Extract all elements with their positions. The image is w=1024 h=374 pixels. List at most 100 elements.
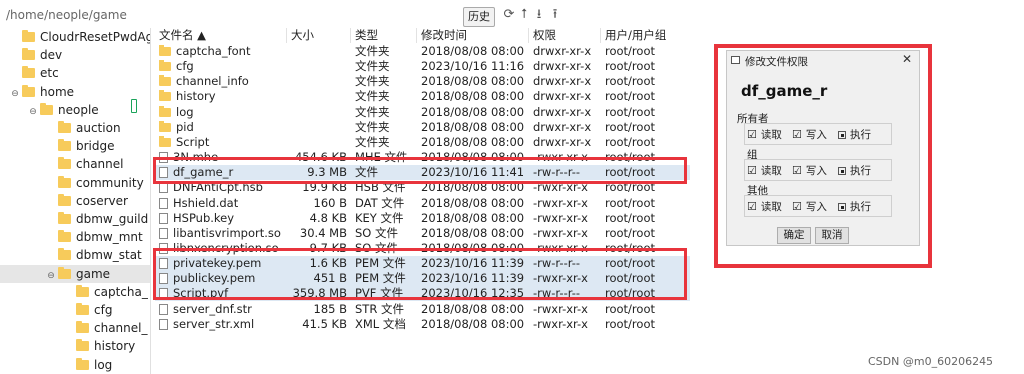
tree-item-coserver[interactable]: coserver [0, 192, 150, 210]
up-arrow-icon[interactable]: ⭡ [517, 7, 531, 23]
tree-item-label: neople [58, 102, 99, 117]
file-modified-cell: 2018/08/08 08:00 [421, 195, 525, 210]
file-row[interactable]: HSPub.key 4.8 KB KEY 文件 2018/08/08 08:00 -rw… [155, 211, 690, 226]
file-modified-cell: 2018/08/08 08:00 [421, 104, 525, 119]
history-button[interactable]: 历史 [463, 7, 495, 27]
file-row[interactable]: server_dnf.str 185 B STR 文件 2018/08/08 08:0… [155, 302, 690, 317]
file-owner-cell: root/root [605, 180, 655, 195]
tree-item-label: etc [40, 66, 59, 81]
tree-item-neople[interactable]: ⊖ neople [0, 101, 150, 119]
file-name-cell: libnxencryption.so [159, 241, 287, 256]
owner-write-checkbox[interactable]: ☑ 写入 [792, 127, 827, 142]
tree-item-game[interactable]: ⊖ game [0, 264, 150, 283]
file-row[interactable]: server_str.xml 41.5 KB XML 文档 2018/08/08 08… [155, 317, 690, 332]
file-modified-cell: 2018/08/08 08:00 [421, 316, 525, 331]
tree-item-auction[interactable]: auction [0, 119, 150, 137]
directory-tree: CloudrResetPwdAge dev etc ⊖ home ⊖ neople aucti… [0, 28, 150, 374]
tree-item-dbmw-mnt[interactable]: dbmw_mnt [0, 228, 150, 246]
download-icon[interactable]: ⭳ [532, 7, 546, 23]
file-row[interactable]: Script.pvf 359.8 MB PVF 文件 2023/10/16 12:35… [155, 286, 690, 302]
file-row[interactable]: Script 文件夹 2018/08/08 08:00 drwxr-xr-x root/… [155, 135, 690, 150]
file-size-cell: 454.6 KB [294, 150, 347, 165]
file-name-cell: pid [159, 120, 287, 135]
file-owner-cell: root/root [605, 240, 655, 255]
file-row[interactable]: history 文件夹 2018/08/08 08:00 drwxr-xr-x root… [155, 89, 690, 104]
tree-item-captcha[interactable]: captcha_ [0, 283, 150, 301]
file-owner-cell: root/root [605, 256, 655, 271]
column-header-type[interactable]: 类型 [351, 28, 417, 43]
filled-box-icon [838, 167, 846, 175]
folder-icon [58, 175, 71, 188]
folder-icon [22, 48, 35, 61]
file-type-cell: XML 文档 [355, 316, 406, 331]
others-write-checkbox[interactable]: ☑ 写入 [792, 199, 827, 214]
ok-button[interactable]: 确定 [777, 227, 811, 244]
others-read-checkbox[interactable]: ☑ 读取 [747, 199, 782, 214]
path-input[interactable] [4, 6, 460, 24]
tree-item-bridge[interactable]: bridge [0, 137, 150, 155]
dialog-title: 修改文件权限 [745, 56, 808, 68]
file-name-cell: Script.pvf [159, 286, 287, 301]
file-perm-cell: -rwxr-xr-x [533, 225, 588, 240]
file-row[interactable]: DNFAntiCpt.hsb 19.9 KB HSB 文件 2018/08/08 08… [155, 180, 690, 195]
file-row[interactable]: publickey.pem 451 B PEM 文件 2023/10/16 11:39… [155, 271, 690, 287]
file-icon [159, 152, 168, 164]
tree-item-dbmw-guild[interactable]: dbmw_guild [0, 210, 150, 228]
others-exec-checkbox[interactable]: 执行 [838, 199, 871, 214]
column-header-size[interactable]: 大小 [287, 28, 351, 43]
owner-exec-checkbox[interactable]: 执行 [838, 127, 871, 142]
upload-icon[interactable]: ⭱ [548, 7, 562, 23]
file-name-cell: libantisvrimport.so [159, 226, 287, 241]
tree-item-channel[interactable]: channel [0, 155, 150, 173]
file-row[interactable]: cfg 文件夹 2023/10/16 11:16 drwxr-xr-x root/roo… [155, 59, 690, 74]
file-type-cell: 文件 [355, 165, 378, 180]
file-modified-cell: 2018/08/08 08:00 [421, 150, 525, 165]
checkbox-label: 读取 [760, 201, 782, 213]
file-modified-cell: 2018/08/08 08:00 [421, 240, 525, 255]
file-row[interactable]: libantisvrimport.so 30.4 MB SO 文件 2018/08/0… [155, 226, 690, 241]
tree-item-history[interactable]: history [0, 337, 150, 355]
file-icon [159, 303, 168, 315]
column-header-name[interactable]: 文件名 ▲ [155, 28, 287, 43]
refresh-icon[interactable]: ⟳ [502, 7, 516, 23]
file-row[interactable]: df_game_r 9.3 MB 文件 2023/10/16 11:41 -rw-r--… [155, 165, 690, 181]
tree-item-cfg[interactable]: cfg [0, 301, 150, 319]
file-row[interactable]: captcha_font 文件夹 2018/08/08 08:00 drwxr-xr-… [155, 44, 690, 59]
file-row[interactable]: privatekey.pem 1.6 KB PEM 文件 2023/10/16 11:… [155, 256, 690, 272]
tree-item-cloudrresetpwdage[interactable]: CloudrResetPwdAge [0, 28, 150, 46]
column-header-permission[interactable]: 权限 [529, 28, 601, 43]
file-row[interactable]: libnxencryption.so 9.7 KB SO 文件 2018/08/08 … [155, 241, 690, 256]
file-row[interactable]: 3N.mhe 454.6 KB MHE 文件 2018/08/08 08:00 -rwx… [155, 150, 690, 165]
folder-icon [40, 102, 53, 115]
file-row[interactable]: log 文件夹 2018/08/08 08:00 drwxr-xr-x root/roo… [155, 105, 690, 120]
folder-icon [58, 266, 71, 279]
column-header-modified[interactable]: 修改时间 [417, 28, 529, 43]
file-row[interactable]: pid 文件夹 2018/08/08 08:00 drwxr-xr-x root/roo… [155, 120, 690, 135]
cancel-button[interactable]: 取消 [815, 227, 849, 244]
file-icon [159, 258, 168, 270]
file-name-label: Script.pvf [173, 286, 229, 301]
close-icon[interactable]: ✕ [902, 52, 912, 66]
tree-item-dev[interactable]: dev [0, 46, 150, 64]
file-perm-cell: drwxr-xr-x [533, 74, 592, 89]
file-name-label: publickey.pem [173, 271, 256, 286]
column-header-owner[interactable]: 用户/用户组 [601, 28, 690, 43]
file-list: 文件名 ▲ 大小 类型 修改时间 权限 用户/用户组 captcha_font 文… [155, 28, 690, 331]
tree-item-label: history [94, 339, 136, 354]
group-exec-checkbox[interactable]: 执行 [838, 163, 871, 178]
tree-item-label: cfg [94, 303, 113, 317]
tree-item-dbmw-stat[interactable]: dbmw_stat [0, 246, 150, 264]
tree-item-channel[interactable]: channel_ [0, 319, 150, 337]
group-read-checkbox[interactable]: ☑ 读取 [747, 163, 782, 178]
file-row[interactable]: channel_info 文件夹 2018/08/08 08:00 drwxr-xr-… [155, 74, 690, 89]
tree-item-home[interactable]: ⊖ home [0, 83, 150, 101]
tree-item-community[interactable]: community [0, 174, 150, 192]
tree-item-etc[interactable]: etc [0, 64, 150, 82]
file-name-cell: captcha_font [159, 44, 287, 59]
file-owner-cell: root/root [605, 225, 655, 240]
tree-item-log[interactable]: log [0, 356, 150, 374]
file-row[interactable]: Hshield.dat 160 B DAT 文件 2018/08/08 08:00 -r… [155, 196, 690, 211]
owner-read-checkbox[interactable]: ☑ 读取 [747, 127, 782, 142]
file-perm-cell: -rwxr-xr-x [533, 316, 588, 331]
group-write-checkbox[interactable]: ☑ 写入 [792, 163, 827, 178]
